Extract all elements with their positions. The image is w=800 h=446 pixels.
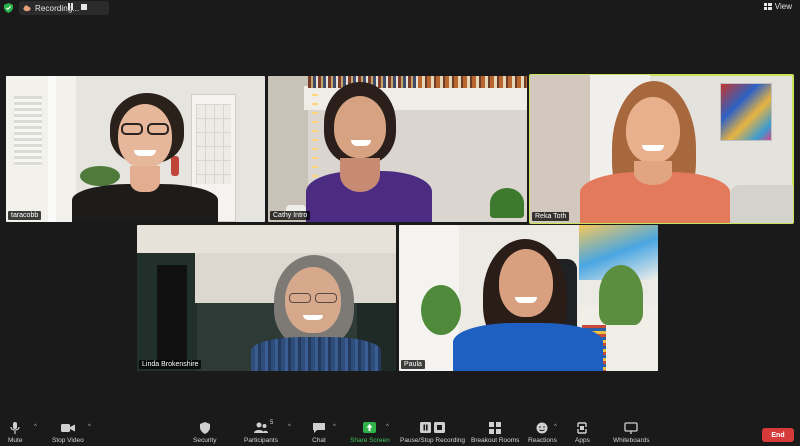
participant-name-label: Reka Toth: [532, 212, 570, 221]
participant-name-label: taracobb: [8, 211, 42, 220]
whiteboard-icon: [624, 422, 638, 434]
person-face: [626, 97, 680, 163]
participants-icon: [253, 422, 268, 433]
chat-button[interactable]: Chat: [312, 422, 326, 446]
share-screen-button[interactable]: Share Screen: [350, 422, 390, 446]
participant-name-label: Paula: [401, 360, 425, 369]
apps-button[interactable]: Apps: [575, 422, 590, 446]
mute-button[interactable]: Mute: [8, 422, 22, 446]
stop-video-button[interactable]: Stop Video: [52, 422, 84, 446]
reactions-button[interactable]: Reactions: [528, 422, 557, 446]
security-shield-icon: [199, 422, 210, 434]
end-meeting-button[interactable]: End: [762, 428, 794, 442]
person-face: [499, 249, 553, 317]
apps-icon: [577, 422, 588, 434]
video-tile-cathy-intro[interactable]: Cathy Intro: [268, 76, 527, 222]
pause-recording-icon[interactable]: [66, 3, 74, 11]
video-tile-linda-brokenshire[interactable]: Linda Brokenshire: [137, 225, 396, 371]
recording-indicator: Recording...: [19, 1, 109, 15]
participants-button[interactable]: 5 Participants: [244, 420, 278, 446]
breakout-rooms-icon: [489, 422, 502, 434]
recording-cloud-icon: [23, 5, 31, 12]
reactions-options-caret-icon[interactable]: ^: [554, 424, 557, 430]
chat-bubble-icon: [313, 423, 325, 433]
view-button[interactable]: View: [763, 2, 792, 11]
person-face: [118, 104, 172, 168]
video-tile-paula[interactable]: Paula: [399, 225, 658, 371]
participant-name-label: Cathy Intro: [270, 211, 311, 220]
video-tile-reka-toth[interactable]: Reka Toth: [529, 74, 794, 224]
pause-stop-recording-icon: [419, 422, 445, 433]
mute-options-caret-icon[interactable]: ^: [34, 424, 37, 430]
share-screen-icon: [363, 422, 377, 433]
smiley-icon: [536, 422, 548, 434]
security-button[interactable]: Security: [193, 422, 216, 446]
share-options-caret-icon[interactable]: ^: [386, 424, 389, 430]
video-options-caret-icon[interactable]: ^: [88, 424, 91, 430]
view-label: View: [774, 2, 792, 11]
participants-options-caret-icon[interactable]: ^: [288, 424, 291, 430]
breakout-rooms-button[interactable]: Breakout Rooms: [471, 422, 519, 446]
top-bar: Recording... View: [0, 0, 800, 16]
person-body: [453, 323, 603, 371]
chat-options-caret-icon[interactable]: ^: [333, 424, 336, 430]
person-body: [251, 337, 381, 371]
whiteboards-button[interactable]: Whiteboards: [613, 422, 650, 446]
pause-stop-recording-button[interactable]: Pause/Stop Recording: [400, 422, 465, 446]
stop-recording-icon[interactable]: [80, 3, 88, 11]
grid-view-icon: [763, 3, 772, 10]
meeting-toolbar: Mute ^ Stop Video ^ Security 5 Participa…: [0, 418, 800, 446]
video-tile-taracobb[interactable]: taracobb: [6, 76, 265, 222]
person-face: [334, 96, 386, 158]
encryption-shield-icon[interactable]: [4, 3, 13, 13]
video-camera-icon: [60, 424, 75, 432]
participant-name-label: Linda Brokenshire: [139, 360, 202, 369]
microphone-icon: [10, 422, 20, 434]
participants-count-badge: 5: [270, 420, 274, 426]
